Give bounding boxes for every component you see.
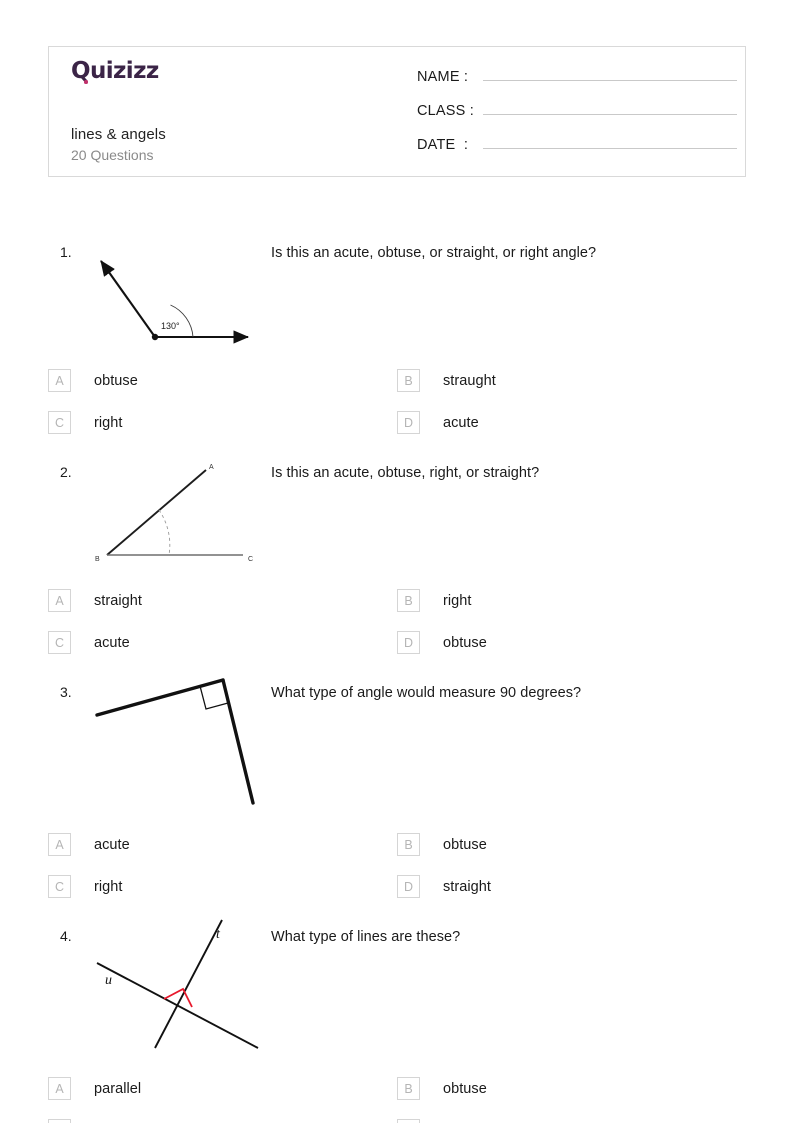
option-3c[interactable]: C right	[48, 875, 122, 898]
option-2a-letter: A	[48, 589, 71, 612]
option-4c-letter	[48, 1119, 71, 1123]
question-2-number: 2.	[60, 464, 72, 480]
option-4a-letter: A	[48, 1077, 71, 1100]
question-2-figure: A B C	[85, 462, 265, 572]
option-1a-label: obtuse	[94, 372, 138, 389]
option-4b-letter: B	[397, 1077, 420, 1100]
option-1b-label: straught	[443, 372, 496, 389]
option-1c-label: right	[94, 414, 123, 431]
right-angle-diagram	[95, 678, 255, 805]
perpendicular-lines-diagram: t u	[96, 919, 259, 1049]
field-row-class: CLASS :	[417, 98, 737, 132]
field-row-name: NAME :	[417, 64, 737, 98]
option-2b[interactable]: B right	[397, 589, 471, 612]
option-3b[interactable]: B obtuse	[397, 833, 487, 856]
question-4-number: 4.	[60, 928, 72, 944]
quiz-question-count: 20 Questions	[71, 147, 154, 163]
student-info-fields: NAME : CLASS : DATE :	[417, 64, 737, 166]
option-4d-letter	[397, 1119, 420, 1123]
line-label-t: t	[216, 927, 221, 942]
option-3d[interactable]: D straight	[397, 875, 491, 898]
field-row-date: DATE :	[417, 132, 737, 166]
worksheet-header: Quizizz lines & angels 20 Questions NAME…	[48, 46, 746, 177]
option-2d-letter: D	[397, 631, 420, 654]
option-2d[interactable]: D obtuse	[397, 631, 487, 654]
option-4b[interactable]: B obtuse	[397, 1077, 487, 1100]
option-1c[interactable]: C right	[48, 411, 122, 434]
option-2c[interactable]: C acute	[48, 631, 130, 654]
angle-abc-diagram: A B C	[95, 464, 253, 563]
option-3b-label: obtuse	[443, 836, 487, 853]
date-input-line[interactable]	[483, 132, 737, 149]
option-2a-label: straight	[94, 592, 142, 609]
option-4a-label: parallel	[94, 1080, 142, 1097]
name-input-line[interactable]	[483, 64, 737, 81]
question-2-text: Is this an acute, obtuse, right, or stra…	[271, 465, 540, 481]
option-1d-label: acute	[443, 414, 479, 431]
question-4-figure: t u	[85, 912, 270, 1057]
logo-dot-icon	[84, 80, 88, 84]
option-3c-letter: C	[48, 875, 71, 898]
option-1a[interactable]: A obtuse	[48, 369, 138, 392]
option-1b[interactable]: B straught	[397, 369, 496, 392]
option-1d[interactable]: D acute	[397, 411, 479, 434]
question-1-text: Is this an acute, obtuse, or straight, o…	[271, 245, 597, 261]
option-2b-letter: B	[397, 589, 420, 612]
date-label: DATE :	[417, 137, 469, 153]
question-1-number: 1.	[60, 244, 72, 260]
option-3a[interactable]: A acute	[48, 833, 130, 856]
angle-130-diagram: 130°	[100, 260, 250, 344]
option-3a-label: acute	[94, 836, 130, 853]
option-3c-label: right	[94, 878, 123, 895]
option-4c-cutoff[interactable]	[48, 1119, 71, 1123]
line-label-u: u	[105, 973, 112, 988]
option-4d-cutoff[interactable]	[397, 1119, 420, 1123]
class-input-line[interactable]	[483, 98, 737, 115]
option-2d-label: obtuse	[443, 634, 487, 651]
angle-degree-label: 130°	[161, 321, 180, 331]
option-1a-letter: A	[48, 369, 71, 392]
option-4a[interactable]: A parallel	[48, 1077, 141, 1100]
question-1-figure: 130°	[85, 248, 265, 353]
question-4-text: What type of lines are these?	[271, 929, 461, 945]
option-3a-letter: A	[48, 833, 71, 856]
vertex-label-b: B	[95, 556, 100, 563]
vertex-label-c: C	[248, 556, 253, 563]
option-1c-letter: C	[48, 411, 71, 434]
quizizz-logo: Quizizz	[71, 60, 159, 84]
option-2a[interactable]: A straight	[48, 589, 142, 612]
option-4b-label: obtuse	[443, 1080, 487, 1097]
option-1d-letter: D	[397, 411, 420, 434]
option-2c-letter: C	[48, 631, 71, 654]
quiz-title: lines & angels	[71, 126, 166, 143]
option-2b-label: right	[443, 592, 472, 609]
option-3d-label: straight	[443, 878, 491, 895]
name-label: NAME :	[417, 69, 469, 85]
vertex-label-a: A	[209, 464, 214, 471]
question-3-number: 3.	[60, 684, 72, 700]
option-1b-letter: B	[397, 369, 420, 392]
option-2c-label: acute	[94, 634, 130, 651]
option-3b-letter: B	[397, 833, 420, 856]
question-3-figure	[85, 674, 270, 814]
class-label: CLASS :	[417, 103, 475, 119]
option-3d-letter: D	[397, 875, 420, 898]
worksheet-page: Quizizz lines & angels 20 Questions NAME…	[0, 0, 794, 1123]
question-3-text: What type of angle would measure 90 degr…	[271, 685, 582, 701]
header-left-panel: Quizizz lines & angels 20 Questions	[61, 47, 401, 176]
